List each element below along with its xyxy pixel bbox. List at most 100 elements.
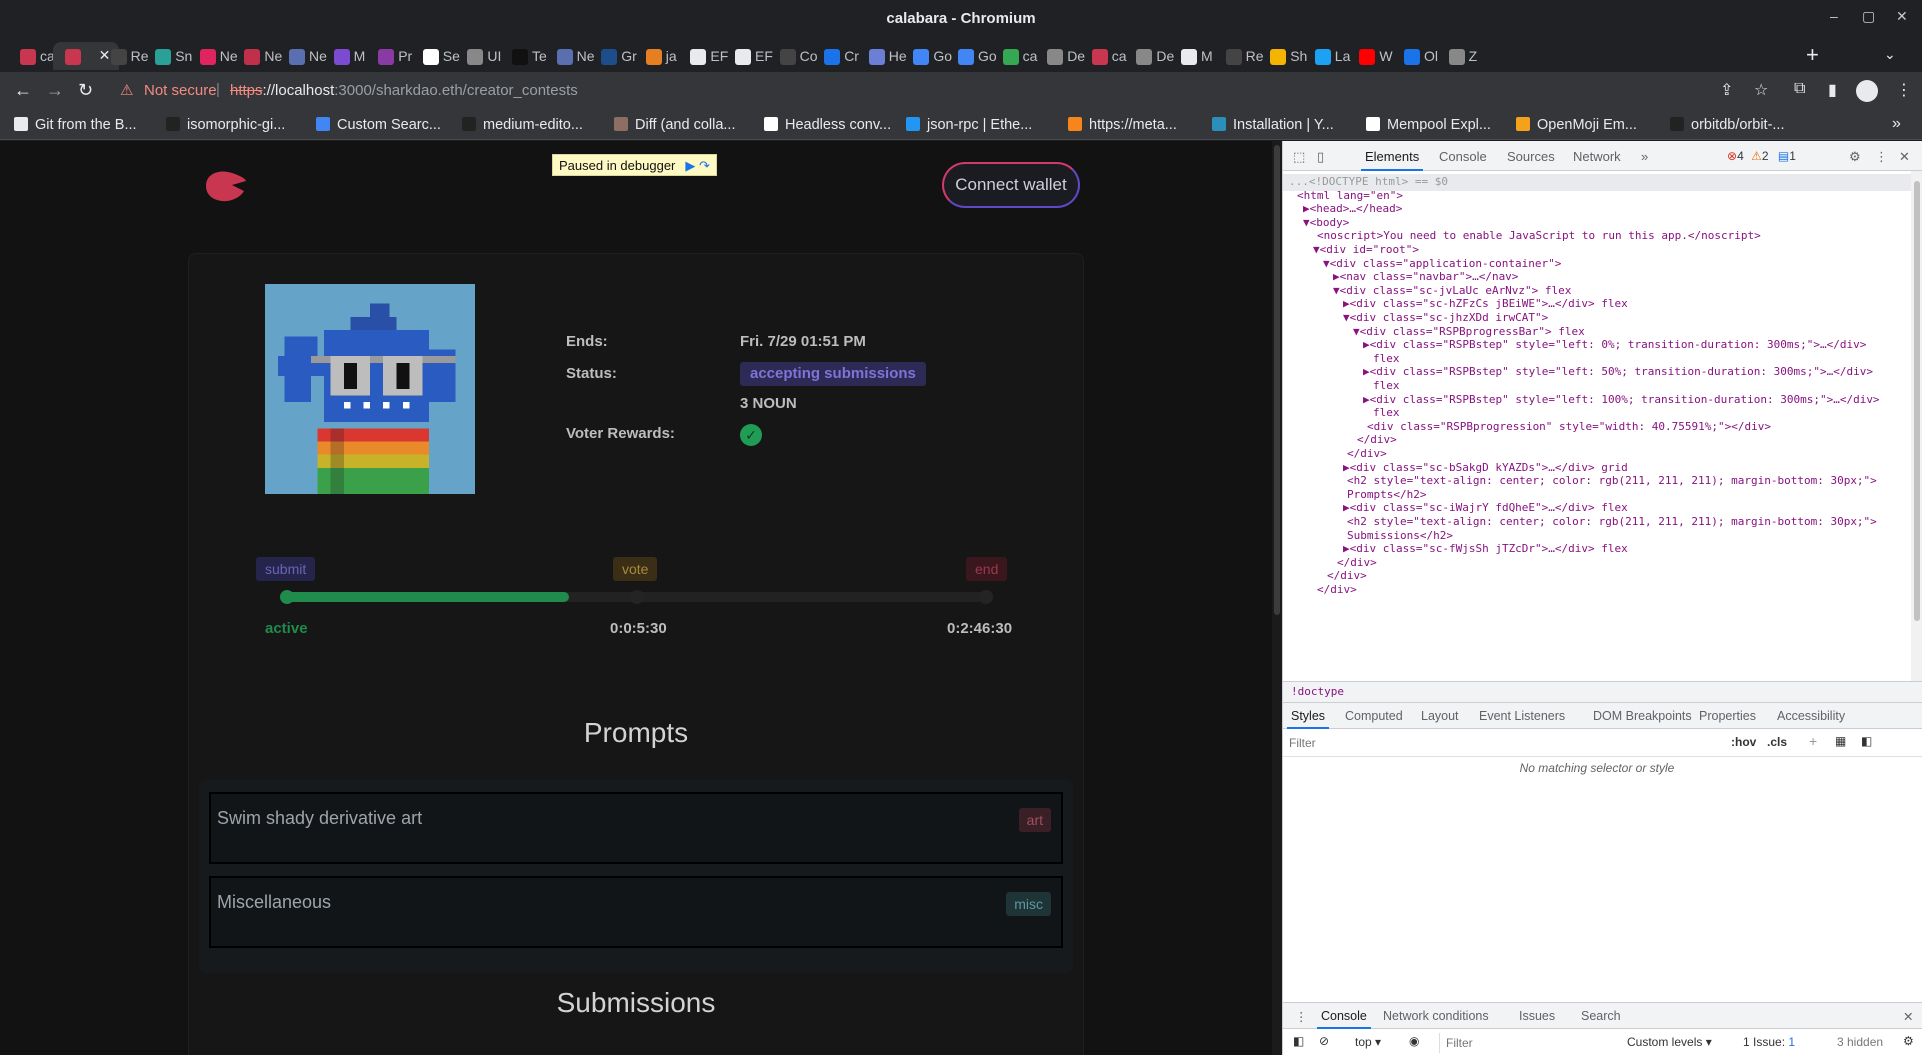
drawer-tab-console[interactable]: Console: [1317, 1009, 1371, 1029]
bookmark-item[interactable]: https://meta...: [1068, 117, 1177, 133]
bookmark-favicon-icon: [316, 117, 330, 131]
window-close-button[interactable]: ✕: [1896, 8, 1908, 25]
tab-search-icon[interactable]: ⌄: [1884, 46, 1896, 63]
profile-avatar[interactable]: [1856, 80, 1878, 102]
new-tab-button[interactable]: +: [1806, 42, 1819, 68]
tab-favicon-icon: [422, 49, 439, 65]
tab-console[interactable]: Console: [1439, 149, 1487, 164]
live-expression-icon[interactable]: ◉: [1409, 1034, 1419, 1048]
prompt-card[interactable]: Swim shady derivative art art: [209, 792, 1063, 864]
browser-tab[interactable]: Z: [1437, 42, 1489, 70]
elements-breadcrumb[interactable]: !doctype: [1283, 681, 1922, 703]
page-scrollbar[interactable]: [1272, 141, 1282, 1055]
connect-wallet-button[interactable]: Connect wallet: [942, 162, 1080, 208]
back-icon[interactable]: ←: [14, 80, 32, 101]
bookmark-item[interactable]: Diff (and colla...: [614, 117, 735, 133]
not-secure-label[interactable]: Not secure: [144, 82, 217, 99]
window-titlebar: calabara - Chromium – ▢ ✕: [0, 0, 1922, 38]
more-tabs-icon[interactable]: »: [1641, 149, 1648, 164]
maximize-button[interactable]: ▢: [1862, 8, 1875, 25]
console-sidebar-icon[interactable]: ◧: [1293, 1034, 1304, 1048]
paused-in-debugger-banner: Paused in debugger ▶ ↷: [552, 154, 717, 176]
tab-favicon-icon: [20, 49, 36, 65]
new-style-rule-icon[interactable]: +: [1809, 733, 1817, 749]
tab-event-listeners[interactable]: Event Listeners: [1479, 709, 1565, 723]
browser-toolbar: ← → ↻ ⚠ Not secure | https://localhost:3…: [0, 72, 1922, 110]
tab-accessibility[interactable]: Accessibility: [1777, 709, 1845, 723]
drawer-tabbar: ⋮ Console Network conditions Issues Sear…: [1283, 1003, 1922, 1029]
drawer-tab-search[interactable]: Search: [1581, 1009, 1621, 1023]
tab-network[interactable]: Network: [1573, 149, 1621, 164]
tab-sources[interactable]: Sources: [1507, 149, 1555, 164]
bookmark-star-icon[interactable]: ☆: [1754, 80, 1768, 100]
url-text[interactable]: https://localhost:3000/sharkdao.eth/crea…: [230, 82, 578, 99]
tab-properties[interactable]: Properties: [1699, 709, 1756, 723]
dom-scrollbar-thumb[interactable]: [1914, 181, 1920, 621]
inspect-element-icon[interactable]: ⬚: [1293, 149, 1305, 165]
bookmarks-overflow-icon[interactable]: »: [1892, 115, 1901, 133]
sidebar-toggle-icon[interactable]: ◧: [1861, 734, 1872, 748]
dom-node[interactable]: </div>: [1283, 582, 1911, 599]
clear-console-icon[interactable]: ⊘: [1319, 1034, 1329, 1048]
custom-levels-select[interactable]: Custom levels ▾: [1627, 1035, 1712, 1049]
bookmark-item[interactable]: isomorphic-gi...: [166, 117, 285, 133]
bookmark-item[interactable]: Git from the B...: [14, 117, 137, 133]
error-count: 4: [1737, 149, 1744, 163]
styles-filter-input[interactable]: [1289, 733, 1719, 753]
device-toolbar-icon[interactable]: ▯: [1317, 149, 1324, 165]
bookmark-item[interactable]: Installation | Y...: [1212, 117, 1334, 133]
issues-count-badge: 1: [1788, 1035, 1796, 1049]
minimize-button[interactable]: –: [1830, 8, 1838, 24]
page-scrollbar-thumb[interactable]: [1274, 145, 1280, 615]
forward-icon[interactable]: →: [46, 80, 64, 101]
bookmark-label: Diff (and colla...: [635, 117, 736, 133]
bookmark-item[interactable]: OpenMoji Em...: [1516, 117, 1637, 133]
dom-scrollbar[interactable]: [1911, 171, 1922, 681]
context-select[interactable]: top ▾: [1355, 1035, 1381, 1049]
bookmark-item[interactable]: Headless conv...: [764, 117, 891, 133]
side-panel-icon[interactable]: ▮: [1828, 80, 1837, 100]
console-filter-input[interactable]: [1439, 1033, 1579, 1053]
tab-layout[interactable]: Layout: [1421, 709, 1459, 723]
warning-count-icon: ⚠: [1751, 149, 1762, 163]
issues-label: 1 Issue:: [1743, 1035, 1789, 1049]
calabara-logo[interactable]: [204, 169, 248, 203]
share-icon[interactable]: ⇪: [1720, 80, 1733, 100]
devtools-menu-icon[interactable]: ⋮: [1875, 149, 1888, 165]
progress-step-submit: [280, 590, 294, 604]
bookmark-item[interactable]: orbitdb/orbit-...: [1670, 117, 1785, 133]
reload-icon[interactable]: ↻: [78, 80, 93, 101]
devtools-close-icon[interactable]: ✕: [1899, 149, 1910, 165]
issue-counters[interactable]: ⊗4 ⚠2 ▤1: [1727, 149, 1796, 163]
extensions-icon[interactable]: ⧉: [1794, 80, 1805, 98]
tab-computed[interactable]: Computed: [1345, 709, 1403, 723]
tab-favicon-icon: [64, 49, 81, 65]
browser-menu-icon[interactable]: ⋮: [1896, 80, 1912, 100]
issues-link[interactable]: 1 Issue: 1: [1743, 1035, 1795, 1049]
devtools-settings-icon[interactable]: ⚙: [1849, 149, 1861, 165]
bookmark-label: Headless conv...: [785, 117, 892, 133]
drawer-close-icon[interactable]: ✕: [1903, 1009, 1913, 1024]
tab-styles[interactable]: Styles: [1286, 709, 1330, 729]
bookmark-item[interactable]: Custom Searc...: [316, 117, 441, 133]
tab-elements[interactable]: Elements: [1360, 149, 1424, 171]
prompt-card[interactable]: Miscellaneous misc: [209, 876, 1063, 948]
hov-toggle[interactable]: :hov: [1731, 735, 1756, 749]
tab-favicon-icon: [289, 49, 305, 65]
bookmark-item[interactable]: Mempool Expl...: [1366, 117, 1491, 133]
resume-step-icon[interactable]: ▶ ↷: [685, 158, 710, 173]
drawer-menu-icon[interactable]: ⋮: [1295, 1009, 1308, 1024]
drawer-tab-network-conditions[interactable]: Network conditions: [1383, 1009, 1489, 1023]
url-scheme: https: [230, 82, 263, 99]
console-settings-icon[interactable]: ⚙: [1903, 1034, 1914, 1048]
address-bar[interactable]: ⚠ Not secure | https://localhost:3000/sh…: [112, 76, 1732, 106]
bookmark-item[interactable]: medium-edito...: [462, 117, 583, 133]
tab-favicon-icon: [1181, 49, 1197, 65]
bookmark-item[interactable]: json-rpc | Ethe...: [906, 117, 1032, 133]
tab-dom-breakpoints[interactable]: DOM Breakpoints: [1593, 709, 1692, 723]
web-page: Paused in debugger ▶ ↷ Connect wallet En…: [0, 141, 1282, 1055]
tab-favicon-icon: [779, 49, 796, 65]
drawer-tab-issues[interactable]: Issues: [1519, 1009, 1555, 1023]
paint-icon[interactable]: ▦: [1835, 734, 1846, 748]
cls-toggle[interactable]: .cls: [1767, 735, 1787, 749]
